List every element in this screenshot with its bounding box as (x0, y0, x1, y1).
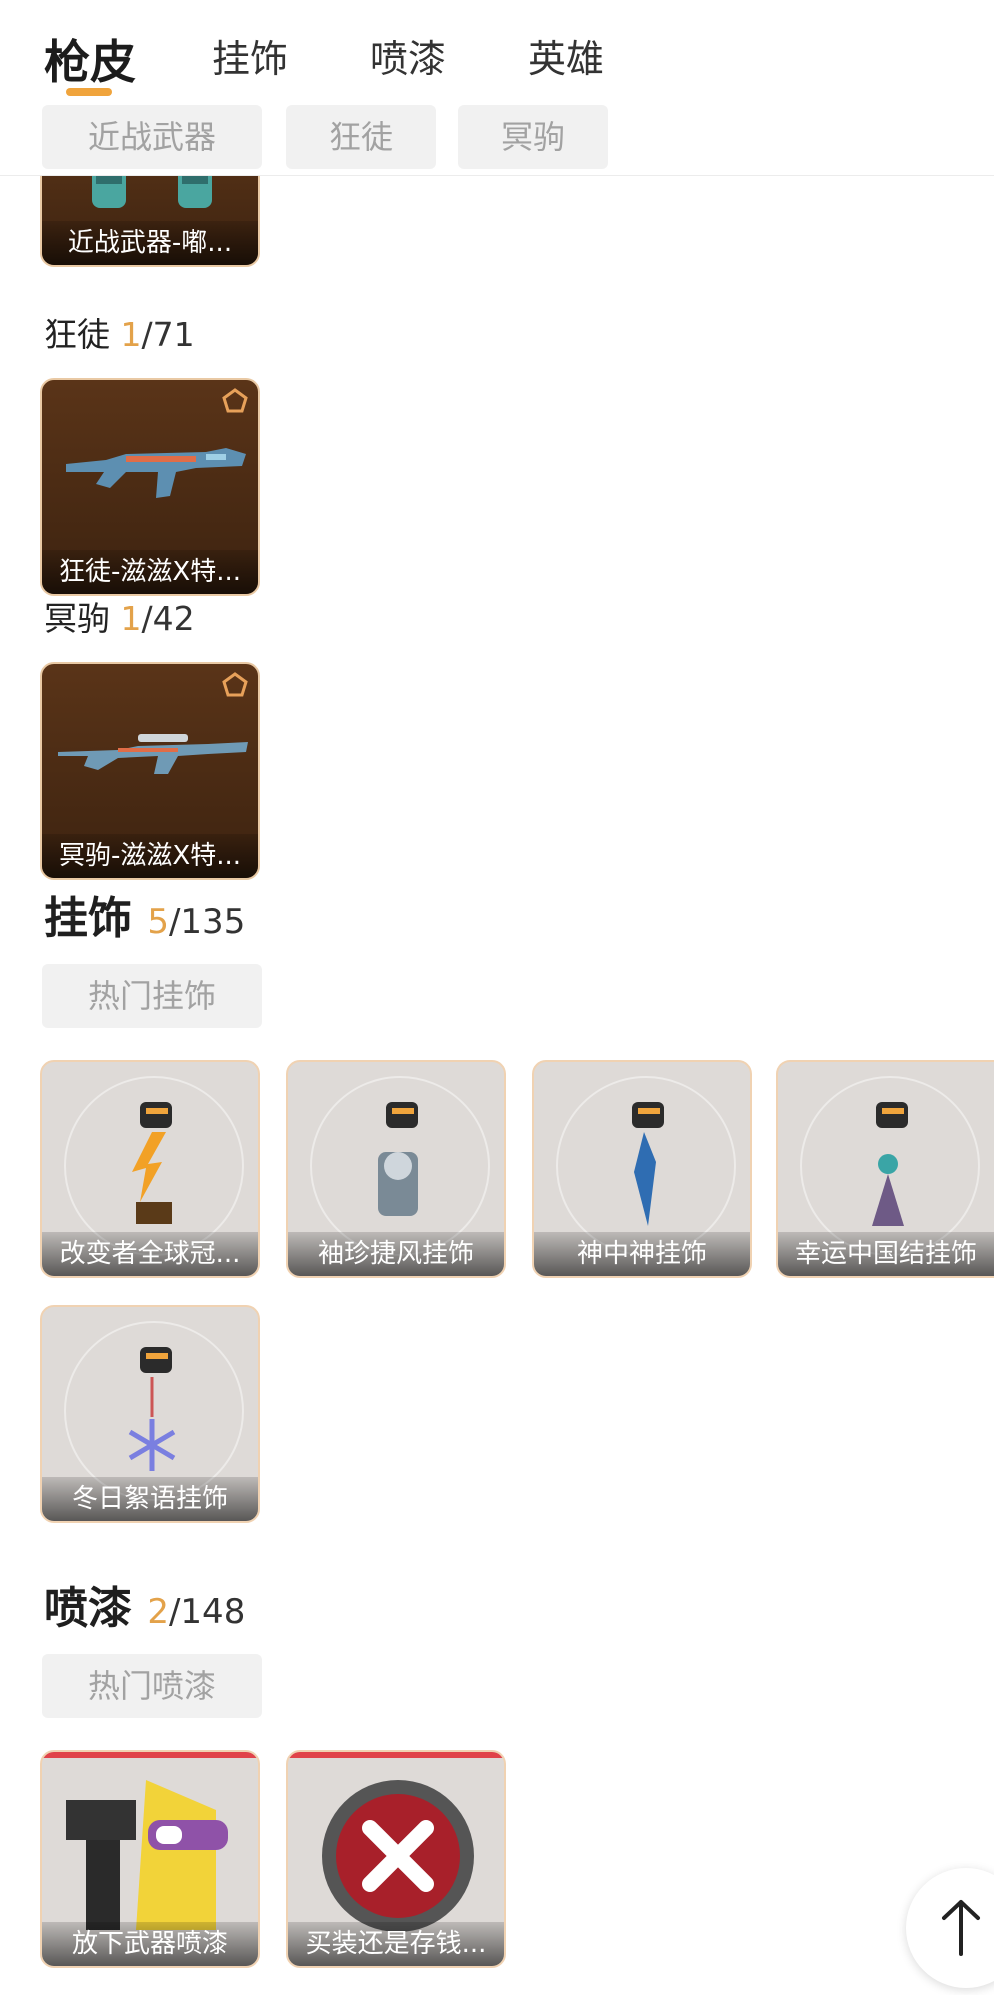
charm-card-2[interactable]: 袖珍捷风挂饰 (286, 1060, 506, 1278)
skin-card-label: 冥驹-滋滋X特... (42, 834, 258, 878)
total-count: /148 (168, 1592, 246, 1632)
charm-card-label: 幸运中国结挂饰 (778, 1232, 994, 1276)
spray-card-label: 买装还是存钱... (288, 1922, 504, 1966)
section-title: 喷漆 (44, 1583, 132, 1634)
knot-charm-image (872, 1102, 908, 1226)
spray-card-1[interactable]: 放下武器喷漆 (40, 1750, 260, 1968)
active-tab-indicator (66, 88, 112, 96)
rarity-strip (42, 1752, 258, 1758)
charm-card-label: 改变者全球冠... (42, 1232, 258, 1276)
top-header: 枪皮 挂饰 喷漆 英雄 近战武器 狂徒 冥驹 (0, 0, 994, 176)
section-vandal-header: 狂徒 1/71 (44, 308, 195, 356)
tab-gun-skins[interactable]: 枪皮 (44, 26, 136, 92)
filter-chip-operator[interactable]: 冥驹 (458, 105, 608, 169)
filter-chip-melee[interactable]: 近战武器 (42, 105, 262, 169)
charm-card-label: 袖珍捷风挂饰 (288, 1232, 504, 1276)
rank-pentagon-icon (222, 672, 248, 697)
skin-card-operator[interactable]: 冥驹-滋滋X特... (40, 662, 260, 880)
arrow-up-icon (942, 1900, 980, 1956)
snowflake-charm-image (128, 1347, 176, 1471)
filter-chip-vandal[interactable]: 狂徒 (286, 105, 436, 169)
spray-card-2[interactable]: 买装还是存钱... (286, 1750, 506, 1968)
spray-card-label: 放下武器喷漆 (42, 1922, 258, 1966)
section-charms-header: 挂饰 5/135 (44, 882, 245, 946)
charm-card-3[interactable]: 神中神挂饰 (532, 1060, 752, 1278)
charm-card-1[interactable]: 改变者全球冠... (40, 1060, 260, 1278)
section-title: 挂饰 (44, 893, 132, 944)
skin-card-label: 狂徒-滋滋X特... (42, 550, 258, 594)
vandal-skin-image (66, 448, 246, 498)
jett-charm-image (378, 1102, 418, 1216)
operator-skin-image (58, 734, 248, 774)
trophy-charm-image (132, 1102, 172, 1224)
cross-spray-image (322, 1780, 474, 1932)
gun-spray-image (66, 1780, 228, 1930)
skin-card-vandal[interactable]: 狂徒-滋滋X特... (40, 378, 260, 596)
total-count: /135 (168, 902, 246, 942)
charm-card-label: 神中神挂饰 (534, 1232, 750, 1276)
owned-count: 1 (120, 315, 142, 354)
owned-count: 1 (120, 599, 142, 638)
owned-count: 2 (147, 1592, 169, 1632)
filter-chip-hot-sprays[interactable]: 热门喷漆 (42, 1654, 262, 1718)
filter-chip-hot-charms[interactable]: 热门挂饰 (42, 964, 262, 1028)
owned-count: 5 (147, 902, 169, 942)
section-title: 狂徒 (44, 315, 110, 354)
total-count: /42 (141, 599, 195, 638)
blade-charm-image (632, 1102, 664, 1226)
tab-heroes[interactable]: 英雄 (528, 28, 604, 83)
charm-card-4[interactable]: 幸运中国结挂饰 (776, 1060, 994, 1278)
section-sprays-header: 喷漆 2/148 (44, 1572, 245, 1636)
skin-card-label: 近战武器-嘟... (42, 221, 258, 265)
section-title: 冥驹 (44, 599, 110, 638)
charm-card-label: 冬日絮语挂饰 (42, 1477, 258, 1521)
total-count: /71 (141, 315, 195, 354)
rarity-strip (288, 1752, 504, 1758)
back-to-top-button[interactable] (906, 1868, 994, 1988)
charm-card-5[interactable]: 冬日絮语挂饰 (40, 1305, 260, 1523)
tab-charms[interactable]: 挂饰 (212, 28, 288, 83)
tab-sprays[interactable]: 喷漆 (370, 28, 446, 83)
rank-pentagon-icon (222, 388, 248, 413)
section-operator-header: 冥驹 1/42 (44, 592, 195, 640)
